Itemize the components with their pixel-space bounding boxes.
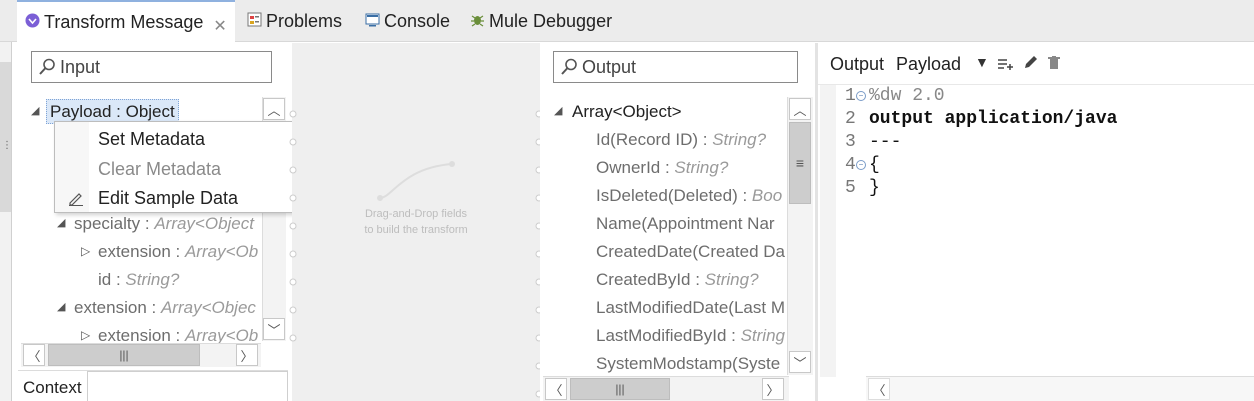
tab-console[interactable]: Console [365,0,450,42]
output-field[interactable]: LastModifiedById : String [596,325,785,347]
output-field[interactable]: Id(Record ID) : String? [596,129,766,151]
add-target-icon[interactable] [998,56,1014,76]
scroll-right-icon[interactable]: 〉 [236,344,258,366]
context-menu: Set Metadata Clear Metadata Edit Sample … [54,121,299,213]
expanded-arrow-icon[interactable]: ◢ [554,104,562,117]
output-field[interactable]: LastModifiedDate(Last M [596,297,785,319]
scroll-left-icon[interactable]: 〈 [545,378,567,400]
mapping-hint: Drag-and-Drop fields to build the transf… [364,208,468,236]
context-input[interactable] [87,371,288,401]
trash-icon[interactable] [1048,55,1060,75]
menu-item-set-metadata[interactable]: Set Metadata [98,129,205,150]
tree-node-extension[interactable]: extension : Array<Ob [98,325,258,345]
horizontal-scroll-thumb[interactable]: ||| [48,344,200,366]
tab-label: Console [384,10,451,31]
output-field[interactable]: IsDeleted(Deleted) : Boo [596,185,782,207]
editor-horizontal-scrollbar[interactable] [866,376,1254,401]
tab-transform-message[interactable]: Transform Message ✕ [17,0,235,43]
tab-label: Mule Debugger [489,10,613,31]
tree-node-id[interactable]: id : String? [98,269,179,291]
code-line: } [869,178,880,198]
console-icon [365,11,380,32]
expanded-arrow-icon[interactable]: ◢ [57,300,65,313]
code-line: output application/java [869,109,1118,129]
line-number: 1 [845,86,856,106]
editor-target-select[interactable]: Payload [896,54,961,75]
scroll-left-icon[interactable]: 〈 [868,378,890,400]
tree-node-extension[interactable]: extension : Array<Objec [74,297,256,319]
close-icon[interactable]: ✕ [213,16,226,36]
search-icon [560,58,578,76]
expanded-arrow-icon[interactable]: ◢ [57,216,65,229]
tree-node-specialty[interactable]: specialty : Array<Object [74,213,254,235]
line-number: 4 [845,155,856,175]
output-field[interactable]: CreatedDate(Created Da [596,241,785,263]
code-line: --- [869,132,902,152]
output-field[interactable]: OwnerId : String? [596,157,728,179]
debugger-icon [470,11,485,32]
output-field-list: Id(Record ID) : String? OwnerId : String… [596,129,786,375]
editor-ruler [820,85,836,377]
scroll-left-icon[interactable]: 〈 [23,344,45,366]
editor-target-label: Output [830,54,885,74]
menu-item-clear-metadata[interactable]: Clear Metadata [98,159,221,180]
tab-label: Problems [266,10,343,31]
collapsed-arrow-icon[interactable]: ▷ [81,244,90,258]
search-icon [38,58,56,76]
left-scroll-thumb[interactable] [0,62,11,212]
output-search-placeholder: Output [582,56,637,77]
output-root-node[interactable]: Array<Object> [572,101,682,123]
output-field[interactable]: SystemModstamp(Syste [596,353,780,375]
input-connector-dots [288,100,298,400]
grip-icon: ⋮ [2,140,12,151]
line-number: 3 [845,132,856,152]
expanded-arrow-icon[interactable]: ◢ [31,104,39,117]
input-search-placeholder: Input [60,56,101,77]
fold-icon[interactable]: − [856,160,866,170]
context-label: Context [23,378,82,397]
scroll-right-icon[interactable]: 〉 [762,378,784,400]
drag-drop-illustration [372,158,462,209]
line-number: 5 [845,178,856,198]
input-search-field[interactable]: Input [31,51,272,83]
context-row: Context [18,370,288,401]
code-line: { [869,155,880,175]
vertical-scroll-thumb[interactable]: ≡ [789,122,811,204]
dropdown-arrow-icon[interactable]: ▼ [975,54,989,70]
scroll-up-icon[interactable]: ︿ [263,98,285,120]
scroll-down-icon[interactable]: ﹀ [789,351,811,373]
edit-pencil-icon[interactable] [1023,55,1038,75]
output-search-field[interactable]: Output [553,51,798,83]
pencil-icon [68,190,84,211]
left-edge-strip: ▫ ⋮ [0,0,12,401]
output-field[interactable]: CreatedById : String? [596,269,759,291]
tab-label: Transform Message [44,12,204,32]
tab-problems[interactable]: Problems [247,0,342,42]
problems-icon [247,11,262,32]
tree-node-extension[interactable]: extension : Array<Ob [98,241,258,263]
collapsed-arrow-icon[interactable]: ▷ [81,328,90,342]
fold-icon[interactable]: − [856,91,866,101]
menu-item-edit-sample-data[interactable]: Edit Sample Data [98,188,238,209]
horizontal-scroll-thumb[interactable]: ||| [570,378,670,400]
scroll-down-icon[interactable]: ﹀ [263,318,285,340]
transform-message-icon [25,12,40,33]
tab-mule-debugger[interactable]: Mule Debugger [470,0,612,42]
output-field[interactable]: Name(Appointment Nar [596,213,775,235]
code-line: %dw 2.0 [869,86,945,106]
scroll-up-icon[interactable]: ︿ [789,98,811,120]
line-number: 2 [845,109,856,129]
